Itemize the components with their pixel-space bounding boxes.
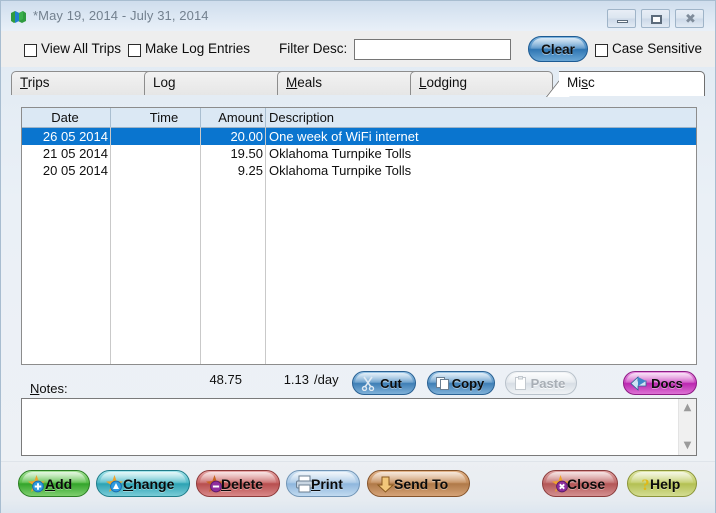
column-header-amount: Amount	[218, 110, 263, 125]
cell-amount: 9.25	[237, 163, 263, 178]
notes-scrollbar[interactable]: ▲ ▼	[678, 399, 696, 455]
cell-date: 21 05 2014	[42, 146, 108, 161]
total-amount: 48.75	[209, 372, 242, 387]
column-header-time: Time	[149, 110, 179, 125]
column-divider-3	[265, 127, 266, 364]
close-button-label: Close	[567, 476, 606, 492]
filter-desc-label: Filter Desc:	[279, 41, 348, 56]
close-button[interactable]: Close	[542, 470, 618, 497]
title-bar: *May 19, 2014 - July 31, 2014 ✖	[1, 1, 715, 31]
add-button-label: Add	[45, 476, 73, 492]
expense-list[interactable]: Date Time Amount Description 26 05 2014 …	[21, 107, 697, 365]
tab-strip: Trips Log Meals Lodging Misc	[11, 71, 705, 97]
make-log-entries-label: Make Log Entries	[145, 41, 251, 56]
view-all-trips-checkbox[interactable]	[24, 44, 37, 57]
window-title: *May 19, 2014 - July 31, 2014	[33, 8, 209, 23]
send-to-button[interactable]: Send To	[367, 470, 470, 497]
column-header-date: Date	[51, 110, 79, 125]
arrow-out-icon	[376, 476, 395, 493]
tab-lodging[interactable]: Lodging	[410, 71, 553, 95]
cell-amount: 20.00	[230, 129, 263, 144]
paste-button-label: Paste	[530, 376, 566, 391]
tab-trips[interactable]: Trips	[11, 71, 154, 95]
header-divider-3	[265, 108, 266, 127]
cell-amount: 19.50	[230, 146, 263, 161]
tab-log[interactable]: Log	[144, 71, 287, 95]
copy-button-label: Copy	[451, 376, 485, 391]
clear-button[interactable]: Clear	[528, 36, 588, 62]
close-icon: ✖	[685, 12, 696, 27]
cell-description: Oklahoma Turnpike Tolls	[269, 163, 412, 178]
column-header-description: Description	[269, 110, 335, 125]
cut-button[interactable]: Cut	[352, 371, 416, 395]
tab-misc[interactable]: Misc	[559, 71, 705, 96]
cell-description: One week of WiFi internet	[269, 129, 419, 144]
minimize-icon	[617, 20, 628, 23]
per-day-unit: /day	[314, 372, 339, 387]
docs-button-label: Docs	[651, 376, 683, 391]
tab-misc-label: Misc	[567, 75, 595, 90]
table-row[interactable]: 20 05 2014 9.25 Oklahoma Turnpike Tolls	[22, 162, 696, 179]
docs-button[interactable]: Docs	[623, 371, 697, 395]
map-icon	[11, 11, 26, 23]
list-header-row: Date Time Amount Description	[22, 108, 696, 128]
print-button[interactable]: Print	[286, 470, 360, 497]
cell-date: 26 05 2014	[42, 129, 108, 144]
case-sensitive-label: Case Sensitive	[612, 41, 703, 56]
scroll-down-icon[interactable]: ▼	[679, 438, 696, 454]
close-window-button[interactable]: ✖	[675, 9, 704, 28]
tab-log-label: Log	[153, 75, 176, 90]
add-button[interactable]: Add	[18, 470, 90, 497]
notes-textarea[interactable]	[22, 399, 680, 455]
copy-button[interactable]: Copy	[427, 371, 495, 395]
minimize-button[interactable]	[607, 9, 636, 28]
tab-trips-label: Trips	[20, 75, 50, 90]
delete-button[interactable]: Delete	[196, 470, 280, 497]
maximize-icon	[651, 15, 662, 24]
tab-meals[interactable]: Meals	[277, 71, 420, 95]
svg-text:?: ?	[642, 477, 650, 493]
plus-star-icon	[28, 475, 45, 493]
header-divider-2	[200, 108, 201, 127]
make-log-entries-checkbox[interactable]	[128, 44, 141, 57]
cell-description: Oklahoma Turnpike Tolls	[269, 146, 412, 161]
notes-field-wrapper: ▲ ▼	[21, 398, 697, 456]
filter-desc-input[interactable]	[354, 39, 511, 60]
print-button-label: Print	[311, 476, 343, 492]
table-row[interactable]: 21 05 2014 19.50 Oklahoma Turnpike Tolls	[22, 145, 696, 162]
case-sensitive-checkbox[interactable]	[595, 44, 608, 57]
tab-lodging-label: Lodging	[419, 75, 468, 90]
table-row[interactable]: 26 05 2014 20.00 One week of WiFi intern…	[22, 128, 696, 145]
paste-button[interactable]: Paste	[505, 371, 577, 395]
edit-star-icon	[106, 475, 123, 493]
column-divider-1	[110, 127, 111, 364]
change-button-label: Change	[123, 476, 175, 492]
help-button-label: Help	[650, 476, 681, 492]
send-to-button-label: Send To	[394, 476, 449, 492]
header-divider-1	[110, 108, 111, 127]
column-divider-2	[200, 127, 201, 364]
change-button[interactable]: Change	[96, 470, 190, 497]
maximize-button[interactable]	[641, 9, 670, 28]
tab-meals-label: Meals	[286, 75, 323, 90]
notes-label: Notes:	[30, 381, 68, 396]
application-window: *May 19, 2014 - July 31, 2014 ✖ View All…	[0, 0, 716, 513]
view-all-trips-label: View All Trips	[41, 41, 122, 56]
cell-date: 20 05 2014	[42, 163, 108, 178]
help-button[interactable]: ? Help	[627, 470, 697, 497]
scroll-up-icon[interactable]: ▲	[679, 400, 696, 416]
delete-button-label: Delete	[221, 476, 264, 492]
clear-button-label: Clear	[541, 42, 575, 57]
per-day-amount: 1.13	[283, 372, 309, 387]
cut-button-label: Cut	[380, 376, 402, 391]
